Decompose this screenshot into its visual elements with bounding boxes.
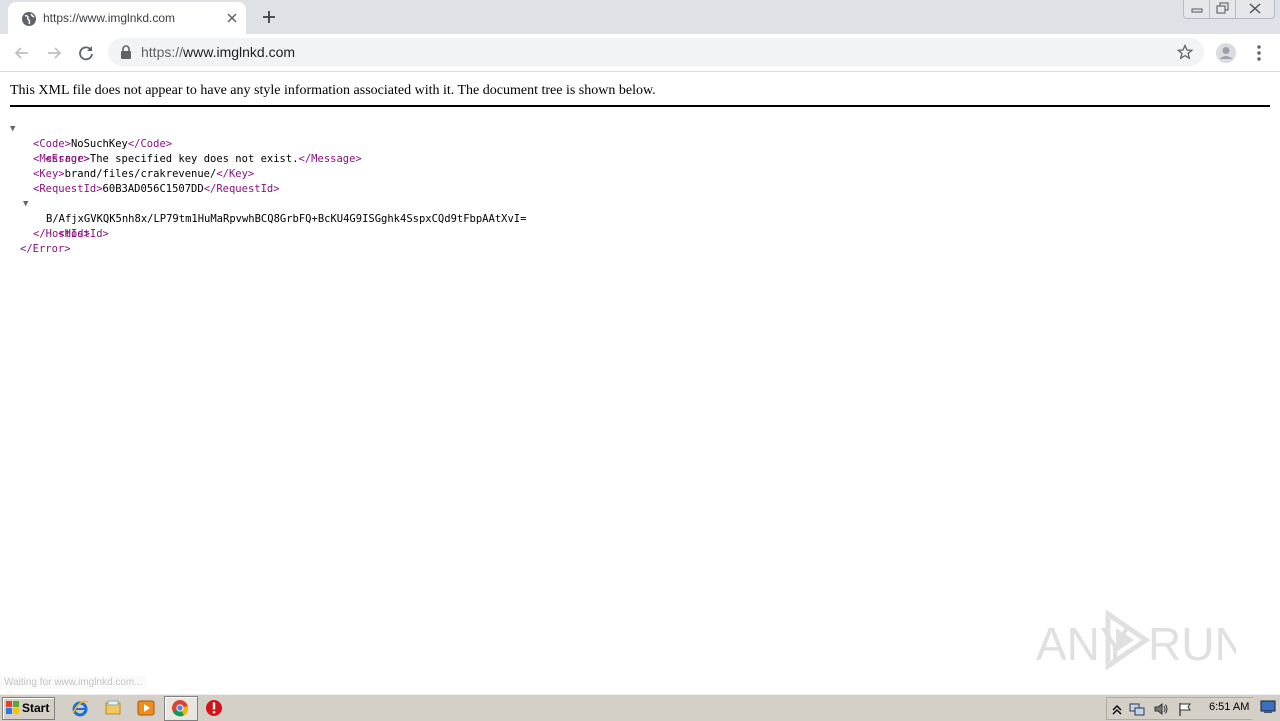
xml-key-value: brand/files/crakrevenue/: [64, 168, 217, 180]
address-bar[interactable]: https://www.imglnkd.com: [108, 38, 1204, 66]
xml-tag: <RequestId>: [33, 183, 103, 195]
profile-avatar-icon[interactable]: [1215, 42, 1237, 64]
browser-toolbar: https://www.imglnkd.com: [0, 34, 1280, 72]
xml-requestid-line: <RequestId>60B3AD056C1507DD</RequestId>: [10, 182, 526, 197]
xml-message-value: The specified key does not exist.: [89, 153, 299, 165]
xml-tag: <Message>: [33, 153, 90, 165]
xml-tree: ▼ <Error> <Code>NoSuchKey</Code> <Messag…: [10, 122, 526, 257]
anyrun-watermark-logo: ANY RUN: [1036, 610, 1236, 670]
xml-tag: </Code>: [127, 138, 173, 150]
network-icon[interactable]: [1129, 701, 1145, 717]
restore-icon: [1216, 2, 1229, 14]
xml-tag: <Code>: [33, 138, 71, 150]
xml-hostid-value: B/AfjxGVKQK5nh8x/LP79tm1HuMaRpvwhBCQ8Grb…: [46, 213, 527, 225]
show-desktop-icon[interactable]: [1260, 700, 1276, 714]
start-button[interactable]: Start: [2, 697, 55, 720]
xml-tag: </Error>: [20, 243, 71, 255]
minimize-icon: [1191, 8, 1203, 13]
xml-requestid-value: 60B3AD056C1507DD: [102, 183, 204, 195]
xml-tag: </Message>: [298, 153, 362, 165]
close-window-button[interactable]: [1235, 0, 1275, 19]
status-bubble: Waiting for www.imglnkd.com...: [0, 676, 147, 689]
xml-tag: </RequestId>: [203, 183, 280, 195]
stop-sign-icon[interactable]: [205, 699, 223, 717]
windows-logo-icon: [6, 701, 19, 714]
xml-tag: </Key>: [216, 168, 255, 180]
media-player-icon[interactable]: [137, 699, 155, 717]
bookmark-star-icon[interactable]: [1177, 44, 1193, 60]
reload-icon[interactable]: [76, 43, 96, 63]
xml-tag: </HostId>: [33, 228, 90, 240]
url-text[interactable]: https://www.imglnkd.com: [141, 44, 295, 60]
forward-arrow-icon[interactable]: [44, 43, 64, 63]
xml-tag: <Key>: [33, 168, 65, 180]
tab-strip: https://www.imglnkd.com: [0, 0, 1280, 34]
xml-code-line: <Code>NoSuchKey</Code>: [10, 137, 526, 152]
back-arrow-icon[interactable]: [12, 43, 32, 63]
windows-taskbar: Start 6:51 AM: [0, 694, 1280, 721]
xml-error-close-line: </Error>: [10, 242, 526, 257]
xml-style-notice: This XML file does not appear to have an…: [10, 83, 1270, 107]
close-window-icon: [1249, 3, 1261, 14]
restore-button[interactable]: [1209, 0, 1237, 19]
xml-key-line: <Key>brand/files/crakrevenue/</Key>: [10, 167, 526, 182]
taskbar-clock[interactable]: 6:51 AM: [1209, 701, 1249, 713]
xml-error-open-line: ▼ <Error>: [10, 122, 526, 165]
start-label: Start: [22, 701, 50, 715]
volume-icon[interactable]: [1153, 701, 1169, 717]
watermark-text-right: RUN: [1148, 618, 1236, 670]
url-host: www.imglnkd.com: [183, 44, 296, 60]
minimize-button[interactable]: [1183, 0, 1211, 19]
file-explorer-icon[interactable]: [104, 699, 122, 717]
browser-tab[interactable]: https://www.imglnkd.com: [8, 2, 246, 34]
chevron-up-icon[interactable]: [1109, 701, 1125, 717]
chrome-icon: [172, 700, 189, 717]
xml-hostid-open-line: ▼ <HostId>: [10, 197, 526, 240]
new-tab-icon[interactable]: [260, 8, 278, 26]
tab-title: https://www.imglnkd.com: [43, 11, 176, 25]
kebab-menu-icon[interactable]: [1250, 43, 1268, 63]
collapse-triangle-icon[interactable]: ▼: [10, 122, 15, 137]
collapse-triangle-icon[interactable]: ▼: [23, 197, 28, 212]
lock-icon[interactable]: [120, 45, 132, 59]
xml-message-line: <Message>The specified key does not exis…: [10, 152, 526, 167]
internet-explorer-icon[interactable]: [71, 699, 89, 717]
xml-hostid-close-line: </HostId>: [10, 227, 526, 242]
close-tab-icon[interactable]: [224, 10, 240, 26]
url-scheme: https://: [141, 44, 184, 60]
chrome-taskbar-button[interactable]: [164, 696, 198, 721]
action-center-flag-icon[interactable]: [1177, 701, 1193, 717]
globe-icon: [22, 12, 36, 26]
xml-code-value: NoSuchKey: [70, 138, 128, 150]
